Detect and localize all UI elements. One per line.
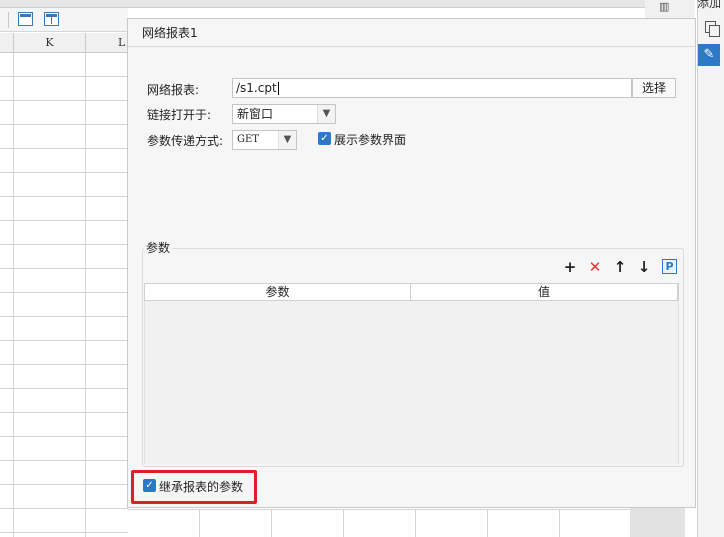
- report-path-value: /s1.cpt: [236, 81, 277, 95]
- column-header-k[interactable]: K: [14, 33, 86, 53]
- report-label: 网络报表:: [147, 83, 200, 97]
- choose-button[interactable]: 选择: [632, 78, 676, 98]
- right-panel-title: 添加: [697, 0, 722, 10]
- column-header-l[interactable]: L: [86, 33, 128, 53]
- method-label: 参数传递方式:: [147, 134, 224, 148]
- chevron-down-icon: ▼: [317, 105, 335, 123]
- add-param-button[interactable]: +: [562, 259, 578, 275]
- row-header-corner: [0, 33, 14, 53]
- show-params-label: 展示参数界面: [334, 133, 407, 147]
- move-down-button[interactable]: ↓: [636, 259, 652, 275]
- panel-title: 网络报表1: [128, 19, 695, 47]
- sheet-grid[interactable]: [0, 53, 128, 537]
- grid-icon[interactable]: ▥: [659, 0, 669, 13]
- params-table-body[interactable]: [144, 301, 679, 464]
- sheet-toolbar: [0, 8, 128, 32]
- freeze-panes-icon[interactable]: [18, 12, 33, 26]
- chevron-down-icon: ▼: [278, 131, 296, 149]
- param-p-button[interactable]: P: [662, 259, 677, 274]
- report-path-input[interactable]: /s1.cpt: [232, 78, 632, 98]
- open-in-select[interactable]: 新窗口 ▼: [232, 104, 336, 124]
- move-up-button[interactable]: ↑: [612, 259, 628, 275]
- params-group-title: 参数: [144, 239, 173, 256]
- params-table-header: 参数 值: [144, 283, 679, 301]
- top-strip: [0, 0, 645, 8]
- column-header-value: 值: [411, 284, 678, 300]
- toolbar-separator: [8, 12, 9, 28]
- show-params-checkbox[interactable]: ✓: [318, 132, 331, 145]
- columns-layout-icon[interactable]: [44, 12, 59, 26]
- right-top-bar: ▥: [645, 0, 695, 18]
- text-caret: [277, 82, 279, 95]
- method-value: GET: [237, 134, 259, 145]
- inherit-params-label: 继承报表的参数: [159, 480, 244, 494]
- right-rail: [697, 0, 724, 537]
- sheet-scroll-corner: [630, 508, 685, 537]
- copy-icon[interactable]: [705, 21, 720, 37]
- column-header-param: 参数: [145, 284, 411, 300]
- open-in-label: 链接打开于:: [147, 108, 212, 122]
- open-in-value: 新窗口: [237, 107, 274, 121]
- delete-param-button[interactable]: ✕: [587, 259, 603, 275]
- sheet-grid-bottom[interactable]: [128, 509, 630, 537]
- method-select[interactable]: GET ▼: [232, 130, 297, 150]
- inherit-params-checkbox[interactable]: ✓: [143, 479, 156, 492]
- web-report-panel: 网络报表1 网络报表: /s1.cpt 选择 链接打开于: 新窗口 ▼ 参数传递…: [127, 18, 696, 508]
- edit-pencil-icon[interactable]: ✎: [698, 44, 720, 66]
